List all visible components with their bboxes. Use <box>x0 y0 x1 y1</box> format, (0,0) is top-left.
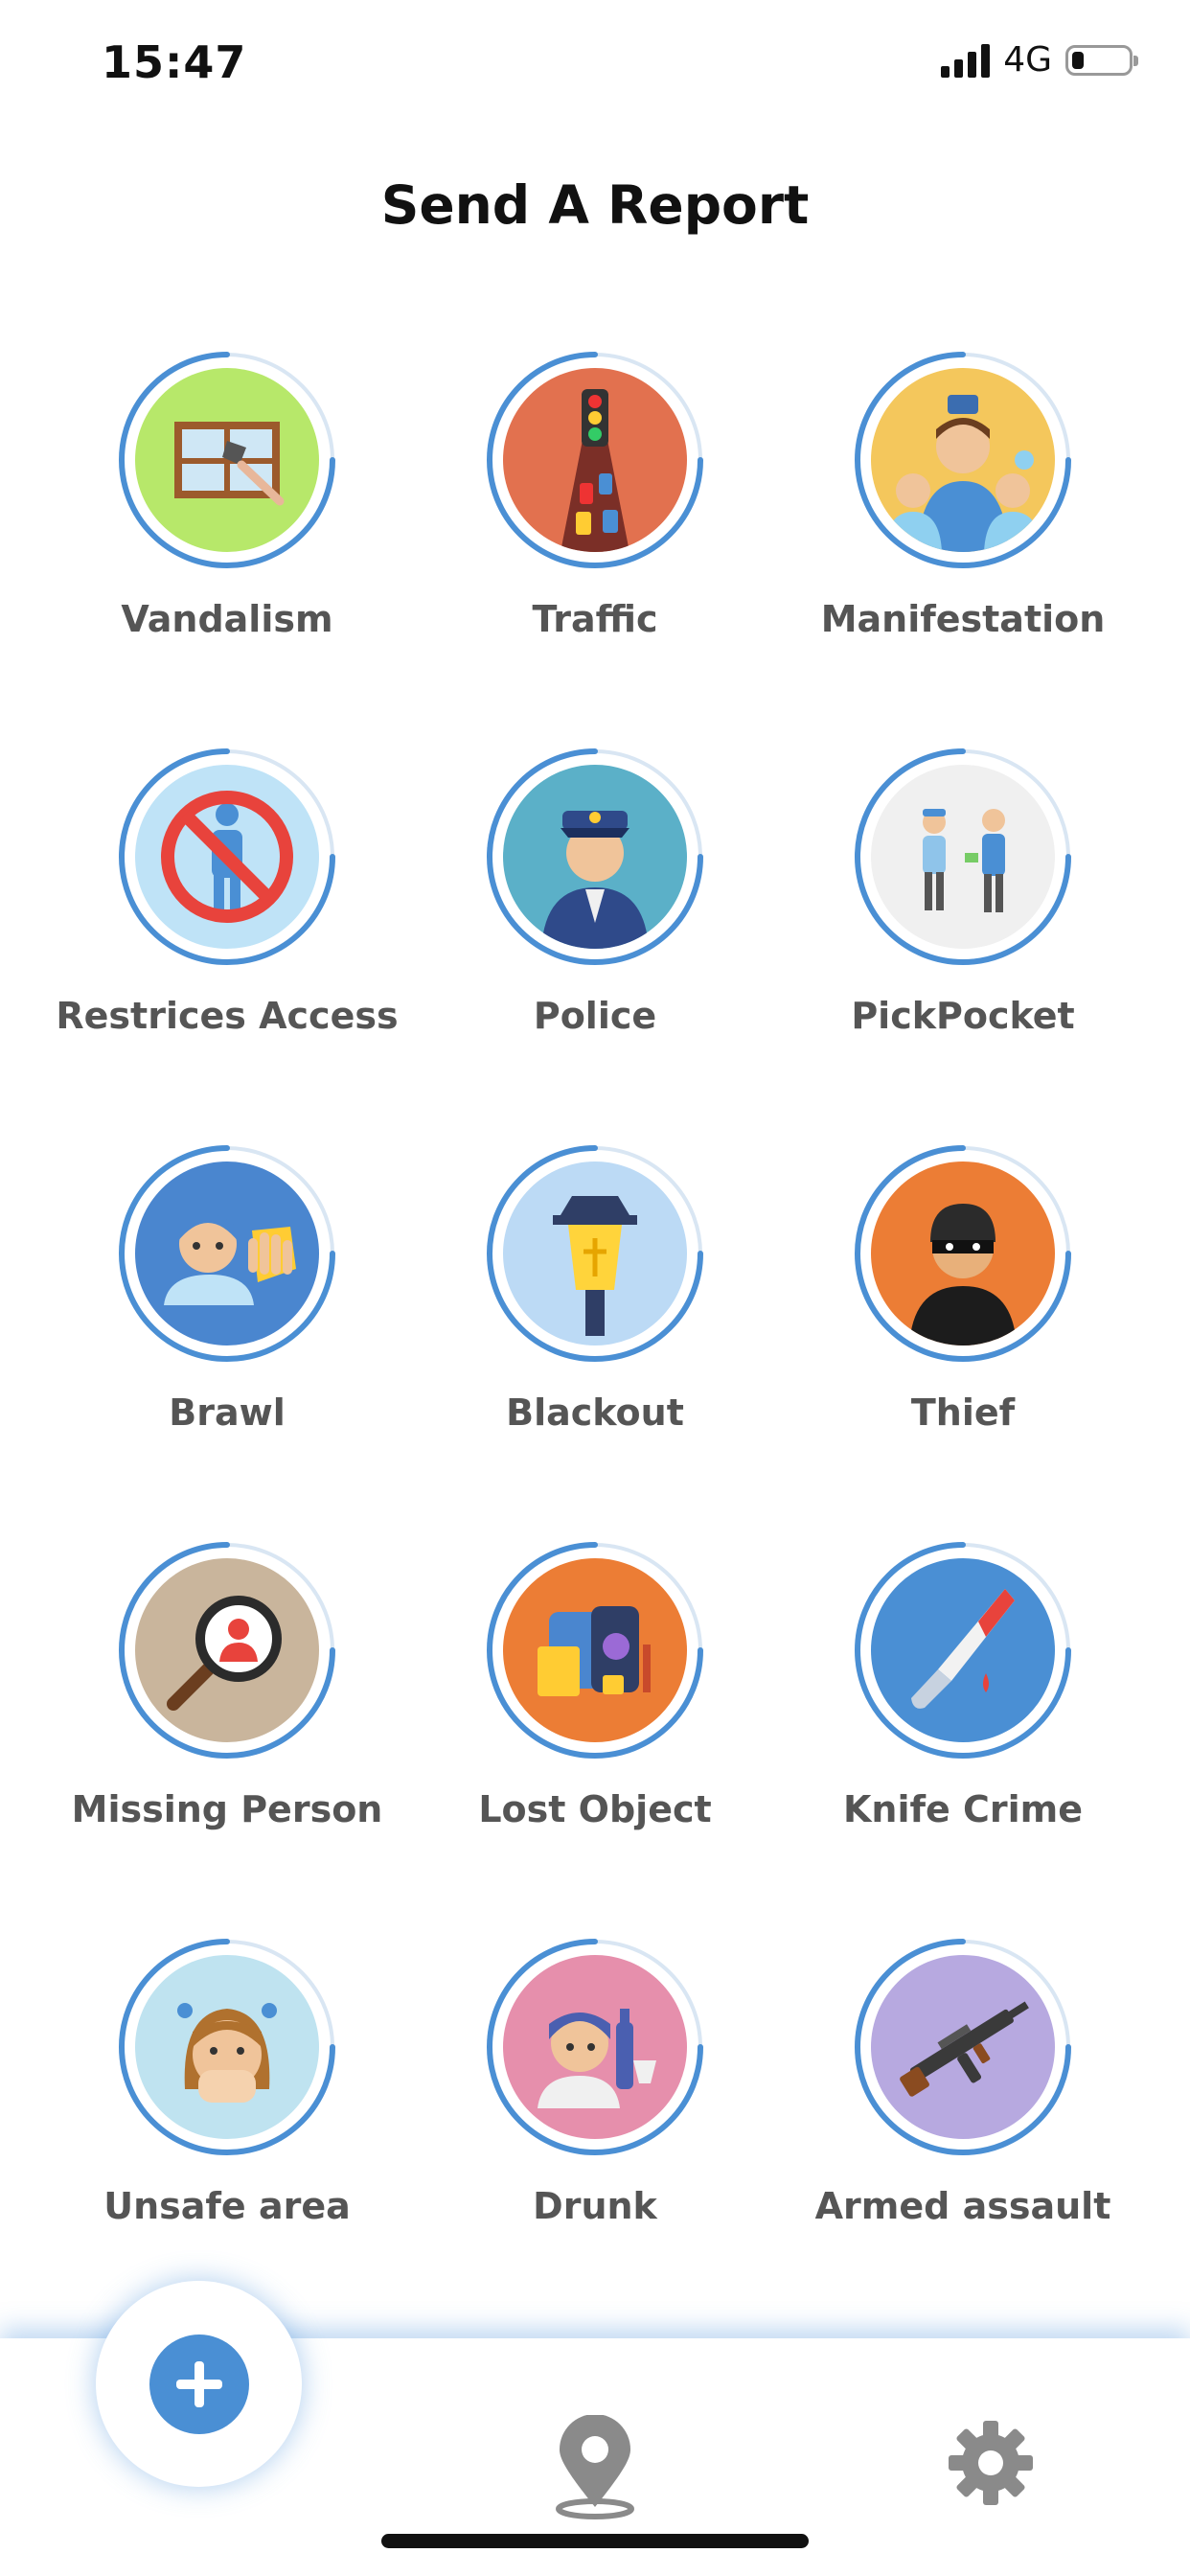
report-restricted-access-button[interactable]: Restrices Access <box>43 746 411 1142</box>
location-pin-icon <box>556 2414 634 2519</box>
drunk-icon <box>503 1955 687 2139</box>
report-knife-crime-button[interactable]: Knife Crime <box>779 1539 1147 1936</box>
report-unsafe-area-button[interactable]: Unsafe area <box>43 1936 411 2333</box>
report-label: Knife Crime <box>842 1788 1084 1830</box>
report-label: Blackout <box>506 1392 684 1434</box>
report-icon-ring <box>116 1142 338 1365</box>
gear-icon <box>949 2421 1033 2505</box>
report-pickpocket-button[interactable]: PickPocket <box>779 746 1147 1142</box>
report-icon-ring <box>484 1142 706 1365</box>
report-missing-person-button[interactable]: Missing Person <box>43 1539 411 1936</box>
report-armed-assault-button[interactable]: Armed assault <box>779 1936 1147 2333</box>
manifestation-icon <box>871 368 1055 552</box>
report-icon-ring <box>852 1936 1074 2158</box>
report-label: Thief <box>910 1392 1016 1434</box>
report-type-grid: Vandalism Traffic Manifestation Restrice… <box>0 349 1190 2333</box>
report-label: PickPocket <box>851 995 1075 1037</box>
report-icon-ring <box>116 349 338 571</box>
report-label: Unsafe area <box>103 2185 351 2227</box>
restricted-access-icon <box>135 765 319 949</box>
report-label: Manifestation <box>820 598 1106 640</box>
report-drunk-button[interactable]: Drunk <box>411 1936 779 2333</box>
report-manifestation-button[interactable]: Manifestation <box>779 349 1147 746</box>
blackout-icon <box>503 1162 687 1346</box>
thief-icon <box>871 1162 1055 1346</box>
map-tab[interactable] <box>554 2414 636 2520</box>
report-label: Armed assault <box>814 2185 1111 2227</box>
report-label: Vandalism <box>121 598 333 640</box>
app-screen: 15:47 4G Send A Report Vandalism Traffic… <box>0 0 1190 2576</box>
home-indicator[interactable] <box>381 2534 809 2548</box>
add-report-fab-container <box>96 2281 302 2487</box>
knife-crime-icon <box>871 1558 1055 1742</box>
report-icon-ring <box>116 1539 338 1761</box>
traffic-icon <box>503 368 687 552</box>
report-icon-ring <box>484 1539 706 1761</box>
lost-object-icon <box>503 1558 687 1742</box>
report-label: Brawl <box>169 1392 286 1434</box>
add-report-button[interactable] <box>149 2334 249 2434</box>
report-icon-ring <box>852 746 1074 968</box>
report-thief-button[interactable]: Thief <box>779 1142 1147 1539</box>
report-brawl-button[interactable]: Brawl <box>43 1142 411 1539</box>
brawl-icon <box>135 1162 319 1346</box>
report-label: Police <box>533 995 657 1037</box>
report-icon-ring <box>116 746 338 968</box>
signal-icon <box>941 43 991 78</box>
armed-assault-icon <box>871 1955 1055 2139</box>
status-time: 15:47 <box>102 36 247 88</box>
report-label: Lost Object <box>478 1788 712 1830</box>
report-lost-object-button[interactable]: Lost Object <box>411 1539 779 1936</box>
report-label: Drunk <box>533 2185 657 2227</box>
report-icon-ring <box>852 1539 1074 1761</box>
report-label: Traffic <box>532 598 658 640</box>
status-indicators: 4G <box>941 40 1138 80</box>
report-label: Missing Person <box>71 1788 383 1830</box>
missing-person-icon <box>135 1558 319 1742</box>
plus-icon <box>176 2361 222 2407</box>
vandalism-icon <box>135 368 319 552</box>
report-police-button[interactable]: Police <box>411 746 779 1142</box>
report-icon-ring <box>484 1936 706 2158</box>
report-traffic-button[interactable]: Traffic <box>411 349 779 746</box>
unsafe-area-icon <box>135 1955 319 2139</box>
report-icon-ring <box>852 349 1074 571</box>
page-title: Send A Report <box>380 174 810 236</box>
report-icon-ring <box>852 1142 1074 1365</box>
report-vandalism-button[interactable]: Vandalism <box>43 349 411 746</box>
report-blackout-button[interactable]: Blackout <box>411 1142 779 1539</box>
police-icon <box>503 765 687 949</box>
battery-icon <box>1065 44 1138 76</box>
report-icon-ring <box>484 746 706 968</box>
report-label: Restrices Access <box>56 995 399 1037</box>
settings-tab[interactable] <box>947 2419 1035 2507</box>
report-icon-ring <box>484 349 706 571</box>
report-icon-ring <box>116 1936 338 2158</box>
pickpocket-icon <box>871 765 1055 949</box>
network-type: 4G <box>1003 40 1052 80</box>
